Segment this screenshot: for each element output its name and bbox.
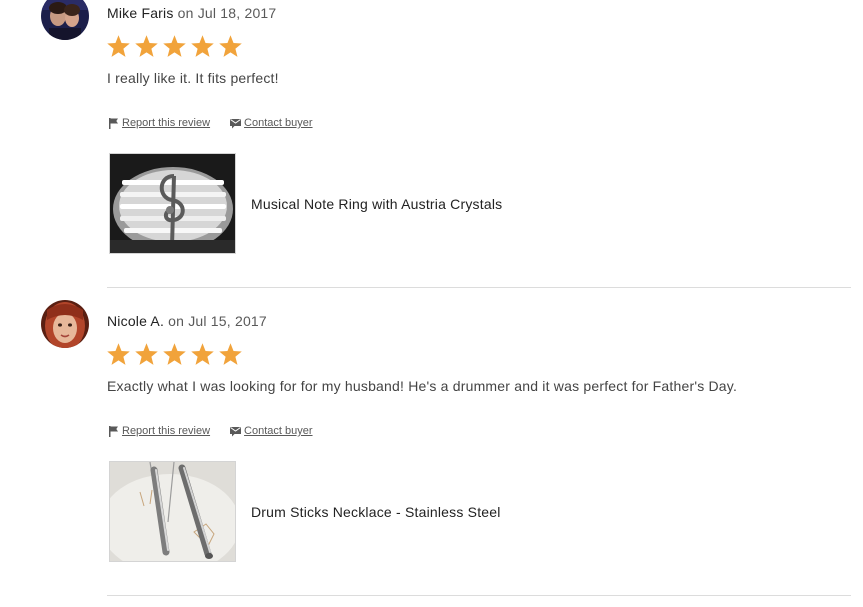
star-icon bbox=[191, 35, 214, 57]
star-icon bbox=[163, 35, 186, 57]
star-rating bbox=[106, 342, 243, 368]
review-byline: Mike Faris on Jul 18, 2017 bbox=[107, 5, 276, 21]
reviews-page: Mike Faris on Jul 18, 2017 I really like… bbox=[0, 0, 863, 607]
envelope-icon bbox=[230, 427, 242, 437]
review-divider bbox=[107, 595, 851, 596]
review-divider bbox=[107, 287, 851, 288]
star-icon bbox=[163, 343, 186, 365]
envelope-icon bbox=[230, 119, 242, 129]
star-icon bbox=[135, 343, 158, 365]
necklace-image bbox=[110, 462, 235, 561]
avatar[interactable] bbox=[41, 300, 89, 348]
review-byline: Nicole A. on Jul 15, 2017 bbox=[107, 313, 267, 329]
star-icon bbox=[219, 35, 242, 57]
flag-icon bbox=[109, 118, 118, 129]
ring-image bbox=[110, 154, 235, 253]
review-actions: Report this review Contact buyer bbox=[108, 423, 313, 439]
contact-buyer-link[interactable]: Contact buyer bbox=[229, 425, 313, 437]
star-icon bbox=[107, 343, 130, 365]
flag-icon bbox=[109, 426, 118, 437]
product-thumbnail[interactable] bbox=[109, 153, 236, 254]
report-review-link[interactable]: Report this review bbox=[108, 117, 210, 129]
star-rating bbox=[106, 34, 243, 60]
star-icon bbox=[107, 35, 130, 57]
avatar[interactable] bbox=[41, 0, 89, 40]
product-thumbnail[interactable] bbox=[109, 461, 236, 562]
reviewer-photo bbox=[41, 300, 89, 348]
report-review-link[interactable]: Report this review bbox=[108, 425, 210, 437]
reviewed-product: Musical Note Ring with Austria Crystals bbox=[109, 153, 502, 254]
review-text: I really like it. It fits perfect! bbox=[107, 70, 279, 86]
contact-buyer-label: Contact buyer bbox=[244, 117, 313, 129]
reviewer-name[interactable]: Nicole A. bbox=[107, 313, 164, 329]
reviewer-photo bbox=[41, 0, 89, 40]
reviewer-name[interactable]: Mike Faris bbox=[107, 5, 174, 21]
star-icon bbox=[219, 343, 242, 365]
contact-buyer-label: Contact buyer bbox=[244, 425, 313, 437]
report-review-label: Report this review bbox=[122, 425, 211, 437]
product-title[interactable]: Drum Sticks Necklace - Stainless Steel bbox=[251, 504, 501, 520]
product-title[interactable]: Musical Note Ring with Austria Crystals bbox=[251, 196, 502, 212]
review-date: on Jul 15, 2017 bbox=[168, 313, 267, 329]
reviewed-product: Drum Sticks Necklace - Stainless Steel bbox=[109, 461, 501, 562]
review-actions: Report this review Contact buyer bbox=[108, 115, 313, 131]
report-review-label: Report this review bbox=[122, 117, 211, 129]
review-text: Exactly what I was looking for for my hu… bbox=[107, 378, 738, 394]
star-icon bbox=[191, 343, 214, 365]
star-icon bbox=[135, 35, 158, 57]
contact-buyer-link[interactable]: Contact buyer bbox=[229, 117, 313, 129]
review-date: on Jul 18, 2017 bbox=[177, 5, 277, 21]
